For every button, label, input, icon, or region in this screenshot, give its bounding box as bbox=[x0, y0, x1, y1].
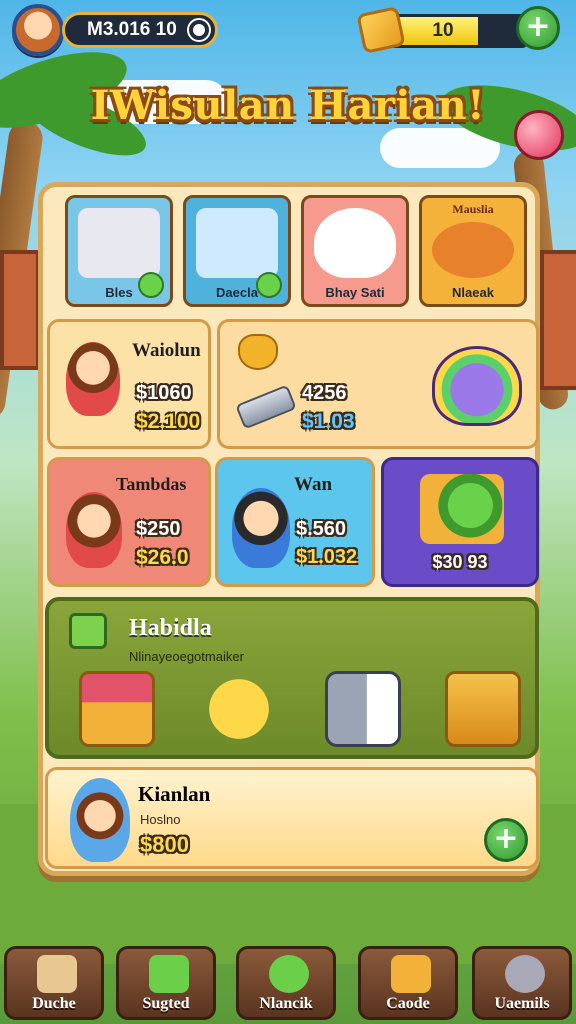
monster-icon bbox=[432, 222, 514, 278]
nav-item-nlancik[interactable]: Nlancik bbox=[236, 946, 336, 1020]
box-icon bbox=[391, 955, 431, 993]
nav-label: Sugted bbox=[142, 995, 190, 1012]
shop-panel: Bles Daecla Bhay Sati Mauslia Nlaeak Wai… bbox=[38, 182, 540, 876]
offer-name: Kianlan bbox=[138, 782, 211, 806]
coin-amount: M3.016 10 bbox=[87, 19, 177, 40]
offer-price-alt: $1.032 bbox=[296, 546, 358, 568]
offer-price: $800 bbox=[140, 832, 189, 857]
section-title: Habidla bbox=[129, 615, 212, 641]
nav-label: Caode bbox=[386, 995, 430, 1012]
nav-item-sugted[interactable]: Sugted bbox=[116, 946, 216, 1020]
top-bar: M3.016 10 10 + bbox=[8, 4, 568, 56]
gold-heart-icon bbox=[238, 334, 278, 370]
offer-price: $250 bbox=[136, 518, 181, 540]
phone-cat-icon[interactable] bbox=[325, 671, 401, 747]
medal-icon bbox=[505, 955, 545, 993]
nav-item-uaemils[interactable]: Uaemils bbox=[472, 946, 572, 1020]
girl-hat-icon bbox=[66, 342, 120, 416]
offer-name: Waiolun bbox=[132, 340, 201, 361]
house bbox=[0, 250, 40, 370]
gem-amount: 10 bbox=[432, 20, 454, 41]
house bbox=[540, 250, 576, 390]
add-gems-button[interactable]: + bbox=[516, 6, 560, 50]
treasure-chest-icon[interactable] bbox=[79, 671, 155, 747]
star-face-icon[interactable] bbox=[201, 671, 277, 747]
category-top-label: Mauslia bbox=[452, 202, 494, 216]
offer-card-4[interactable]: Wan $.560 $1.032 bbox=[215, 457, 375, 587]
category-card-1[interactable]: Bles bbox=[65, 195, 173, 307]
section-subtitle: Nlinayeoegotmaiker bbox=[129, 649, 244, 664]
gem-bar: 10 bbox=[388, 14, 528, 48]
category-card-4[interactable]: Mauslia Nlaeak bbox=[419, 195, 527, 307]
offer-price: $.560 bbox=[296, 518, 347, 540]
slime-icon bbox=[269, 955, 309, 993]
category-label: Daecla bbox=[216, 285, 258, 300]
category-card-2[interactable]: Daecla bbox=[183, 195, 291, 307]
offer-card-1[interactable]: Waiolun $1060 $2.100 bbox=[47, 319, 211, 449]
offer-price: 4256 bbox=[302, 382, 347, 404]
puzzle-icon bbox=[37, 955, 77, 993]
basket-icon bbox=[149, 955, 189, 993]
add-offer-button[interactable]: + bbox=[484, 818, 528, 862]
gold-gem-icon bbox=[356, 6, 406, 54]
nav-item-caode[interactable]: Caode bbox=[358, 946, 458, 1020]
offer-price-alt: $2.100 bbox=[136, 410, 201, 433]
category-label: Bhay Sati bbox=[325, 285, 385, 300]
nav-label: Duche bbox=[32, 995, 76, 1012]
offer-name: Wan bbox=[294, 474, 333, 495]
offer-price: $1060 bbox=[136, 382, 192, 404]
bottom-offer-card[interactable]: Kianlan Hoslno $800 + bbox=[45, 767, 539, 869]
category-card-3[interactable]: Bhay Sati bbox=[301, 195, 409, 307]
rainbow-slime-icon bbox=[432, 346, 522, 426]
coin-counter: M3.016 10 bbox=[62, 12, 218, 48]
juice-bottle-icon bbox=[78, 208, 160, 278]
bottom-nav: Duche Sugted Nlancik Caode Uaemils bbox=[0, 940, 576, 1024]
gift-monster-icon bbox=[420, 474, 504, 544]
girl-icon bbox=[66, 492, 122, 568]
nav-label: Uaemils bbox=[494, 995, 550, 1012]
offer-price-alt: $26.0 bbox=[136, 546, 189, 569]
offer-card-5[interactable]: $30 93 bbox=[381, 457, 539, 587]
gold-chest-icon[interactable] bbox=[445, 671, 521, 747]
ghost-icon bbox=[314, 208, 396, 278]
offer-price-alt: $1.03 bbox=[302, 410, 355, 433]
category-label: Bles bbox=[105, 285, 133, 300]
candy-ball-icon bbox=[514, 110, 564, 160]
chef-girl-icon bbox=[70, 778, 130, 862]
category-label: Nlaeak bbox=[452, 285, 494, 300]
page-title: IWisulan Harian! bbox=[90, 82, 486, 129]
special-rewards-section: Habidla Nlinayeoegotmaiker bbox=[45, 597, 539, 759]
nav-item-duche[interactable]: Duche bbox=[4, 946, 104, 1020]
category-row: Bles Daecla Bhay Sati Mauslia Nlaeak bbox=[63, 195, 527, 311]
offer-card-2[interactable]: 4256 $1.03 bbox=[217, 319, 539, 449]
offer-card-3[interactable]: Tambdas $250 $26.0 bbox=[47, 457, 211, 587]
phone-icon bbox=[196, 208, 278, 278]
coin-indicator-icon bbox=[189, 20, 209, 40]
offer-name: Tambdas bbox=[116, 474, 187, 494]
silver-bolt-icon bbox=[235, 384, 297, 430]
offer-subtitle: Hoslno bbox=[140, 812, 181, 827]
offer-price: $30 93 bbox=[432, 552, 488, 572]
boy-icon bbox=[232, 488, 290, 568]
avatar[interactable] bbox=[12, 4, 64, 56]
ticket-icon bbox=[69, 613, 107, 649]
nav-label: Nlancik bbox=[259, 995, 313, 1012]
